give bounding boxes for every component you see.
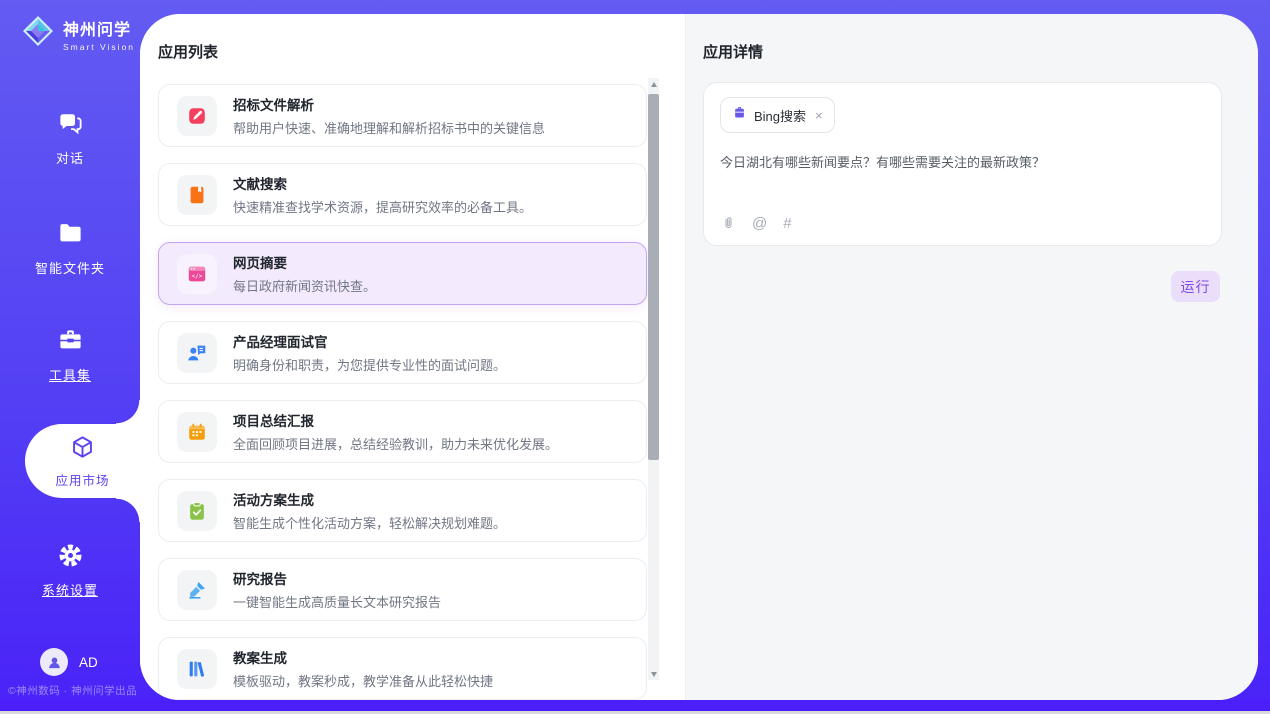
app-card[interactable]: 产品经理面试官 明确身份和职责，为您提供专业性的面试问题。 (158, 321, 647, 384)
app-card[interactable]: 招标文件解析 帮助用户快速、准确地理解和解析招标书中的关键信息 (158, 84, 647, 147)
prompt-card: Bing搜索 × 今日湖北有哪些新闻要点？有哪些需要关注的最新政策？ @ # (703, 82, 1222, 246)
app-window: 神州问学 Smart Vision 对话 智能文件夹 (0, 0, 1270, 714)
mention-icon[interactable]: @ (752, 216, 767, 232)
briefcase-icon (732, 105, 747, 125)
app-name: 活动方案生成 (233, 489, 506, 509)
copyright-text: ©神州数码 · 神州问学出品 (8, 683, 137, 698)
sidebar-item-label: 智能文件夹 (0, 258, 140, 277)
app-desc: 智能生成个性化活动方案，轻松解决规划难题。 (233, 513, 506, 532)
composer-toolbar: @ # (721, 215, 792, 232)
sidebar-item-app-market[interactable]: 应用市场 (25, 424, 140, 498)
sidebar-item-settings[interactable]: 系统设置 (0, 542, 140, 599)
app-name: 产品经理面试官 (233, 331, 506, 351)
app-name: 招标文件解析 (233, 94, 545, 114)
run-button[interactable]: 运行 (1171, 271, 1220, 302)
sidebar-item-toolset[interactable]: 工具集 (0, 327, 140, 384)
app-card[interactable]: 项目总结汇报 全面回顾项目进展，总结经验教训，助力未来优化发展。 (158, 400, 647, 463)
browser-code-icon: </> (177, 254, 217, 294)
app-name: 文献搜索 (233, 173, 532, 193)
doc-edit-icon (177, 96, 217, 136)
app-desc: 每日政府新闻资讯快查。 (233, 276, 376, 295)
books-icon (177, 649, 217, 689)
hash-icon[interactable]: # (783, 216, 791, 232)
book-icon (177, 175, 217, 215)
sidebar-item-label: 对话 (0, 148, 140, 167)
scroll-down-icon[interactable] (648, 668, 659, 680)
tool-chip-label: Bing搜索 (754, 106, 806, 125)
svg-text:</>: </> (192, 273, 203, 280)
app-name: 项目总结汇报 (233, 410, 558, 430)
sidebar-item-label: 工具集 (0, 365, 140, 384)
app-desc: 一键智能生成高质量长文本研究报告 (233, 592, 441, 611)
app-card[interactable]: 活动方案生成 智能生成个性化活动方案，轻松解决规划难题。 (158, 479, 647, 542)
brand-tagline: Smart Vision (63, 42, 135, 52)
brand-logo: 神州问学 Smart Vision (20, 13, 135, 54)
sidebar-item-label: 系统设置 (0, 580, 140, 599)
app-list-panel: 应用列表 招标文件解析 帮助用户快速、准确地理解和解析招标书中的关键信息 文献搜… (140, 14, 685, 700)
clipboard-check-icon (177, 491, 217, 531)
cube-icon (69, 434, 96, 466)
brand-name: 神州问学 (63, 16, 135, 40)
sidebar-item-chat[interactable]: 对话 (0, 110, 140, 167)
folder-icon (57, 234, 84, 251)
app-detail-panel: 应用详情 Bing搜索 × 今日湖北有哪些新闻要点？有哪些需要关注的最新政策？ (685, 14, 1258, 700)
user-account[interactable]: AD (40, 648, 98, 676)
tab-fillet-bottom (116, 498, 140, 522)
toolbox-icon (57, 341, 84, 358)
calendar-icon (177, 412, 217, 452)
gear-icon (57, 556, 84, 573)
app-desc: 明确身份和职责，为您提供专业性的面试问题。 (233, 355, 506, 374)
app-name: 网页摘要 (233, 252, 376, 272)
scrollbar[interactable] (648, 78, 659, 680)
interviewer-icon (177, 333, 217, 373)
user-initials: AD (79, 655, 98, 670)
ink-pen-icon (177, 570, 217, 610)
chat-icon (57, 124, 84, 141)
app-card[interactable]: 教案生成 模板驱动，教案秒成，教学准备从此轻松快捷 (158, 637, 647, 700)
brand-logo-icon (20, 13, 56, 54)
scroll-up-icon[interactable] (648, 78, 659, 90)
avatar (40, 648, 68, 676)
close-icon[interactable]: × (815, 108, 823, 123)
app-desc: 全面回顾项目进展，总结经验教训，助力未来优化发展。 (233, 434, 558, 453)
app-name: 研究报告 (233, 568, 441, 588)
prompt-input[interactable]: 今日湖北有哪些新闻要点？有哪些需要关注的最新政策？ (720, 153, 1205, 199)
app-desc: 帮助用户快速、准确地理解和解析招标书中的关键信息 (233, 118, 545, 137)
attachment-icon[interactable] (721, 215, 736, 232)
app-detail-title: 应用详情 (703, 41, 763, 62)
app-card[interactable]: 文献搜索 快速精准查找学术资源，提高研究效率的必备工具。 (158, 163, 647, 226)
scrollbar-thumb[interactable] (648, 94, 659, 460)
app-desc: 模板驱动，教案秒成，教学准备从此轻松快捷 (233, 671, 493, 690)
app-desc: 快速精准查找学术资源，提高研究效率的必备工具。 (233, 197, 532, 216)
app-list-title: 应用列表 (158, 41, 218, 62)
sidebar-item-label: 应用市场 (55, 470, 109, 489)
app-card[interactable]: </> 网页摘要 每日政府新闻资讯快查。 (158, 242, 647, 305)
app-card-list: 招标文件解析 帮助用户快速、准确地理解和解析招标书中的关键信息 文献搜索 快速精… (158, 84, 647, 700)
content-panel: 应用列表 招标文件解析 帮助用户快速、准确地理解和解析招标书中的关键信息 文献搜… (140, 14, 1258, 700)
sidebar-item-smart-folder[interactable]: 智能文件夹 (0, 220, 140, 277)
tool-chip-bing-search[interactable]: Bing搜索 × (720, 97, 835, 133)
app-card[interactable]: 研究报告 一键智能生成高质量长文本研究报告 (158, 558, 647, 621)
sidebar: 神州问学 Smart Vision 对话 智能文件夹 (0, 0, 140, 714)
tab-fillet-top (116, 400, 140, 424)
app-name: 教案生成 (233, 647, 493, 667)
bottom-accent-bar (0, 700, 1270, 711)
